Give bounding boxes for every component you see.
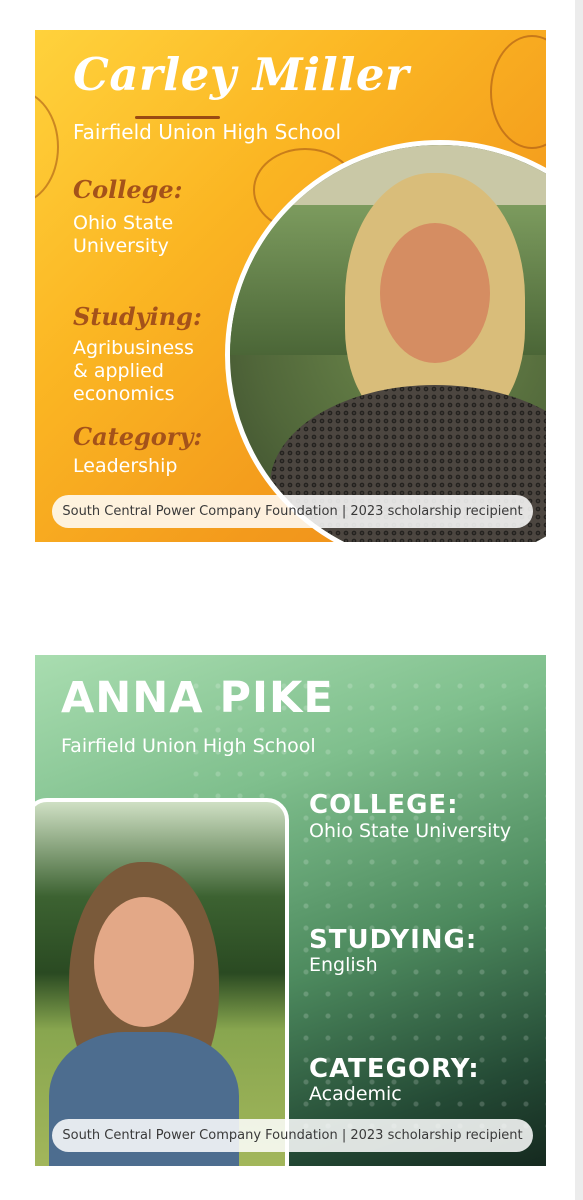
footer-banner: South Central Power Company Foundation |… xyxy=(52,495,533,528)
footer-banner: South Central Power Company Foundation |… xyxy=(52,1119,533,1152)
college-value-line1: Ohio State xyxy=(73,212,174,234)
photo-face xyxy=(380,223,490,363)
college-label: COLLEGE: xyxy=(309,790,459,820)
scholarship-card-anna-pike: ANNA PIKE Fairfield Union High School CO… xyxy=(35,655,546,1166)
category-label: Category: xyxy=(73,422,203,451)
college-value: Ohio State University xyxy=(309,820,512,842)
recipient-photo xyxy=(225,140,546,542)
footer-text: South Central Power Company Foundation |… xyxy=(62,1128,523,1143)
college-label: College: xyxy=(73,175,183,204)
category-label: CATEGORY: xyxy=(309,1054,480,1084)
studying-value-line1: Agribusiness xyxy=(73,337,194,359)
footer-text: South Central Power Company Foundation |… xyxy=(62,504,523,519)
studying-value: English xyxy=(309,954,378,976)
name-underline xyxy=(135,116,220,119)
recipient-name: Carley Miller xyxy=(73,48,410,101)
studying-label: Studying: xyxy=(73,302,202,331)
category-value: Leadership xyxy=(73,455,178,477)
studying-value-line2: & applied xyxy=(73,360,164,382)
studying-label: STUDYING: xyxy=(309,925,478,955)
scholarship-card-carley-miller: Carley Miller Fairfield Union High Schoo… xyxy=(35,30,546,542)
photo-face xyxy=(94,897,194,1027)
school-name: Fairfield Union High School xyxy=(61,735,316,757)
scrollbar-track[interactable] xyxy=(575,0,583,1200)
school-name: Fairfield Union High School xyxy=(73,120,342,144)
category-value: Academic xyxy=(309,1083,402,1105)
recipient-name: ANNA PIKE xyxy=(61,673,334,723)
decorative-swirl xyxy=(35,90,59,204)
decorative-swirl xyxy=(490,35,546,149)
recipient-photo xyxy=(35,798,289,1166)
studying-value-line3: economics xyxy=(73,383,175,405)
college-value-line2: University xyxy=(73,235,169,257)
